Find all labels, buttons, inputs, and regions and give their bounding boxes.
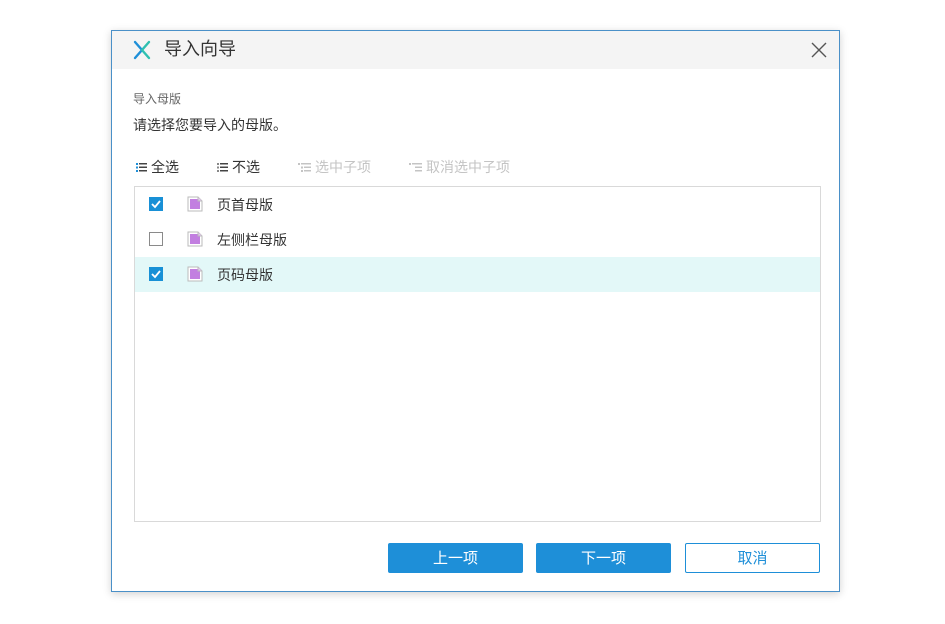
prev-button[interactable]: 上一项 bbox=[388, 543, 523, 573]
close-icon[interactable] bbox=[809, 40, 829, 60]
item-label: 页码母版 bbox=[217, 268, 273, 284]
check-icon bbox=[151, 200, 161, 209]
list-item[interactable]: 左侧栏母版 bbox=[135, 222, 820, 257]
list-icon bbox=[298, 163, 311, 172]
section-label: 导入母版 bbox=[133, 92, 182, 106]
axure-x-logo-icon bbox=[133, 40, 151, 60]
next-button[interactable]: 下一项 bbox=[536, 543, 671, 573]
select-none-label: 不选 bbox=[232, 160, 260, 176]
import-wizard-dialog: 导入向导 导入母版 请选择您要导入的母版。 全选 不选 选中子项 取消选中子项 … bbox=[111, 30, 840, 592]
select-children-label: 选中子项 bbox=[315, 160, 371, 176]
select-all-label: 全选 bbox=[151, 160, 179, 176]
deselect-children-label: 取消选中子项 bbox=[426, 160, 510, 176]
list-icon bbox=[217, 163, 228, 172]
cancel-button[interactable]: 取消 bbox=[685, 543, 820, 573]
select-none-button[interactable]: 不选 bbox=[217, 157, 260, 177]
deselect-children-button[interactable]: 取消选中子项 bbox=[409, 157, 510, 177]
master-file-icon bbox=[187, 196, 203, 212]
list-icon bbox=[136, 163, 147, 172]
item-label: 左侧栏母版 bbox=[217, 233, 287, 249]
instruction-text: 请选择您要导入的母版。 bbox=[133, 118, 287, 134]
select-children-button[interactable]: 选中子项 bbox=[298, 157, 371, 177]
item-checkbox[interactable] bbox=[149, 267, 163, 281]
item-checkbox[interactable] bbox=[149, 232, 163, 246]
master-file-icon bbox=[187, 231, 203, 247]
item-checkbox[interactable] bbox=[149, 197, 163, 211]
list-icon bbox=[409, 163, 422, 172]
list-item[interactable]: 页码母版 bbox=[135, 257, 820, 292]
item-label: 页首母版 bbox=[217, 198, 273, 214]
dialog-title: 导入向导 bbox=[164, 39, 236, 60]
title-bar: 导入向导 bbox=[112, 31, 839, 69]
master-file-icon bbox=[187, 266, 203, 282]
master-list: 页首母版 左侧栏母版 页码母版 bbox=[134, 186, 821, 522]
select-all-button[interactable]: 全选 bbox=[136, 157, 179, 177]
check-icon bbox=[151, 270, 161, 279]
list-item[interactable]: 页首母版 bbox=[135, 187, 820, 222]
selection-toolbar: 全选 不选 选中子项 取消选中子项 bbox=[136, 157, 548, 177]
